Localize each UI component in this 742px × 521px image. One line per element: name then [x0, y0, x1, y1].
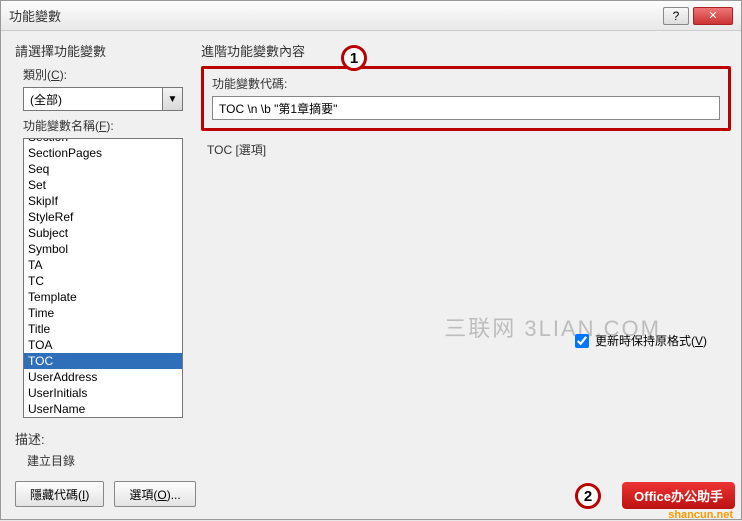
dialog-body: 請選擇功能變數 類別(C): (全部) ▼ 功能變數名稱(F): Section… — [1, 31, 741, 519]
list-item[interactable]: UserInitials — [24, 385, 182, 401]
options-button[interactable]: 選項(O)... — [114, 481, 195, 507]
list-item[interactable]: Seq — [24, 161, 182, 177]
description-area: 描述: 建立目錄 — [15, 429, 315, 469]
list-item[interactable]: Section — [24, 138, 182, 145]
list-item[interactable]: Title — [24, 321, 182, 337]
select-field-heading: 請選擇功能變數 — [15, 41, 183, 60]
list-item[interactable]: SkipIf — [24, 193, 182, 209]
hide-codes-button[interactable]: 隱藏代碼(I) — [15, 481, 104, 507]
category-combo[interactable]: (全部) ▼ — [23, 87, 183, 111]
field-options-text: TOC [選項] — [207, 141, 731, 158]
titlebar: 功能變數 ? ✕ — [1, 1, 741, 31]
list-item[interactable]: Template — [24, 289, 182, 305]
field-code-input[interactable] — [212, 96, 720, 120]
list-item[interactable]: TOA — [24, 337, 182, 353]
list-item[interactable]: TA — [24, 257, 182, 273]
list-item[interactable]: UserAddress — [24, 369, 182, 385]
preserve-format-label: 更新時保持原格式(V) — [595, 332, 707, 349]
callout-1: 1 — [341, 45, 367, 71]
window-buttons: ? ✕ — [663, 7, 733, 25]
list-item[interactable]: StyleRef — [24, 209, 182, 225]
chevron-down-icon[interactable]: ▼ — [162, 88, 182, 110]
preserve-format-row: 更新時保持原格式(V) — [575, 332, 707, 349]
preserve-format-checkbox[interactable] — [575, 334, 589, 348]
field-names-listbox[interactable]: SectionSectionPagesSeqSetSkipIfStyleRefS… — [23, 138, 183, 418]
dialog-title: 功能變數 — [9, 6, 663, 25]
field-code-label: 功能變數代碼: — [212, 75, 720, 92]
list-item[interactable]: Set — [24, 177, 182, 193]
list-item[interactable]: TC — [24, 273, 182, 289]
shancun-text: shancun.net — [668, 509, 733, 521]
left-panel: 請選擇功能變數 類別(C): (全部) ▼ 功能變數名稱(F): Section… — [15, 41, 183, 459]
bottom-buttons: 隱藏代碼(I) 選項(O)... — [15, 481, 196, 507]
description-label: 描述: — [15, 429, 315, 448]
advanced-heading: 進階功能變數內容 — [201, 41, 731, 60]
field-code-box: 功能變數代碼: — [201, 66, 731, 131]
help-button[interactable]: ? — [663, 7, 689, 25]
close-button[interactable]: ✕ — [693, 7, 733, 25]
category-value: (全部) — [24, 91, 162, 108]
office-badge: Office办公助手 — [622, 482, 735, 509]
field-dialog: 功能變數 ? ✕ 請選擇功能變數 類別(C): (全部) ▼ 功能變數名稱(F)… — [0, 0, 742, 520]
field-names-label: 功能變數名稱(F): — [23, 117, 183, 134]
list-item[interactable]: Symbol — [24, 241, 182, 257]
callout-2: 2 — [575, 483, 601, 509]
list-item[interactable]: UserName — [24, 401, 182, 417]
list-item[interactable]: TOC — [24, 353, 182, 369]
right-panel: 進階功能變數內容 功能變數代碼: TOC [選項] 三联网 3LIAN.COM … — [201, 41, 731, 459]
list-item[interactable]: SectionPages — [24, 145, 182, 161]
category-label: 類別(C): — [23, 66, 183, 83]
description-text: 建立目錄 — [27, 452, 315, 469]
list-item[interactable]: Subject — [24, 225, 182, 241]
list-item[interactable]: Time — [24, 305, 182, 321]
